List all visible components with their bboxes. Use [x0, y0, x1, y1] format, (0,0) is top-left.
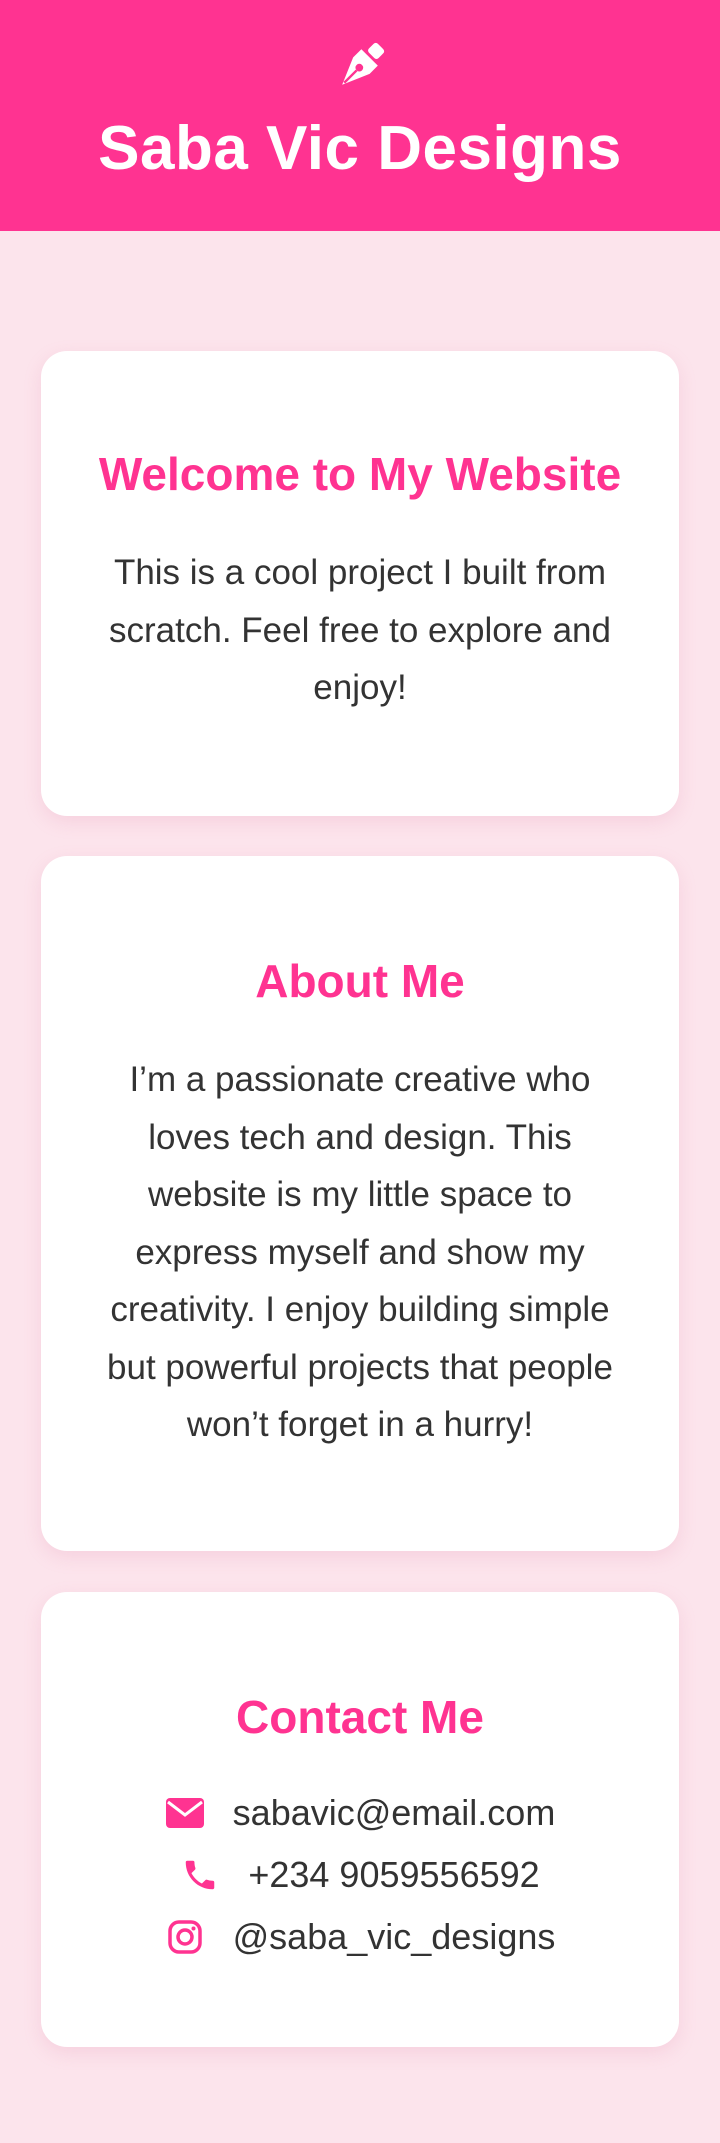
about-heading: About Me	[255, 955, 465, 1007]
contact-phone[interactable]: +234 9059556592	[41, 1844, 679, 1906]
phone-icon	[180, 1855, 220, 1895]
contact-email[interactable]: sabavic@email.com	[41, 1782, 679, 1844]
instagram-icon	[165, 1917, 205, 1957]
envelope-icon	[165, 1793, 205, 1833]
welcome-card: Welcome to My Website This is a cool pro…	[41, 351, 679, 816]
about-card: About Me I’m a passionate creative who l…	[41, 856, 679, 1551]
welcome-text: This is a cool project I built from scra…	[109, 553, 611, 707]
contact-heading: Contact Me	[236, 1691, 484, 1743]
contact-phone-value: +234 9059556592	[248, 1854, 540, 1895]
contact-card: Contact Me sabavic@email.com +234 905955…	[41, 1592, 679, 2047]
about-text: I’m a passionate creative who loves tech…	[107, 1060, 613, 1444]
contact-instagram[interactable]: @saba_vic_designs	[41, 1906, 679, 1968]
contact-email-value: sabavic@email.com	[232, 1792, 556, 1833]
pen-nib-icon	[329, 36, 391, 98]
contact-list: sabavic@email.com +234 9059556592 @saba_…	[41, 1782, 679, 1968]
welcome-heading: Welcome to My Website	[98, 448, 622, 500]
site-header: Saba Vic Designs	[0, 0, 720, 231]
contact-instagram-value: @saba_vic_designs	[232, 1916, 556, 1957]
site-title: Saba Vic Designs	[98, 114, 622, 183]
